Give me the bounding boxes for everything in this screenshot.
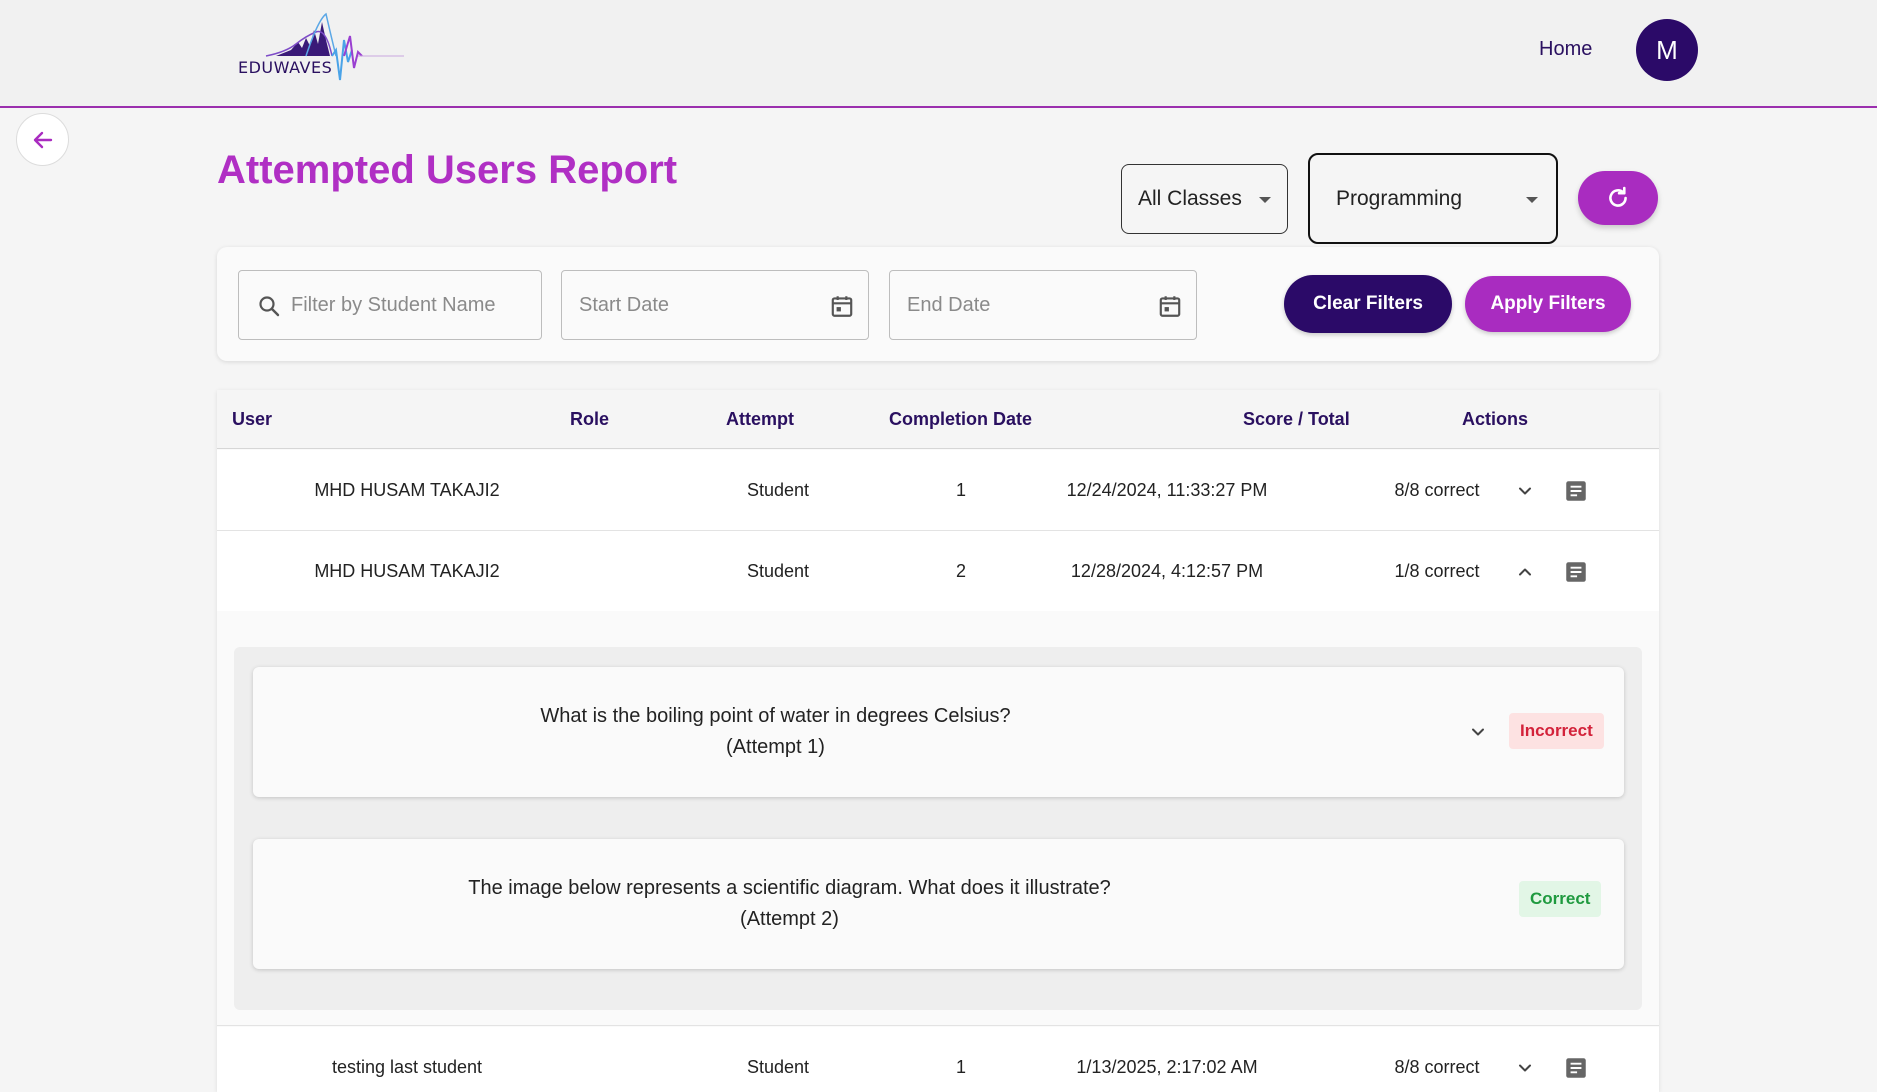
- class-select-value: All Classes: [1138, 187, 1242, 210]
- eduwaves-logo[interactable]: EDUWAVES: [236, 10, 406, 86]
- chevron-up-icon: [1519, 568, 1531, 575]
- question-text-block: What is the boiling point of water in de…: [253, 667, 1298, 797]
- expand-row-button[interactable]: [1509, 1027, 1541, 1092]
- status-badge-incorrect: Incorrect: [1509, 713, 1604, 749]
- refresh-icon: [1609, 186, 1627, 207]
- back-button[interactable]: [16, 113, 69, 166]
- question-text: What is the boiling point of water in de…: [540, 705, 1011, 727]
- filters-panel: Clear Filters Apply Filters: [217, 247, 1659, 361]
- subject-select-value: Programming: [1336, 186, 1463, 210]
- logo-text: EDUWAVES: [238, 58, 333, 77]
- document-icon: [1566, 561, 1586, 582]
- column-header-score: Score / Total: [1243, 409, 1350, 429]
- document-icon: [1566, 1057, 1586, 1078]
- attempts-table: User Role Attempt Completion Date Score …: [217, 390, 1659, 1092]
- apply-filters-button[interactable]: Apply Filters: [1465, 276, 1631, 332]
- column-header-actions: Actions: [1462, 409, 1529, 429]
- column-header-role: Role: [570, 409, 610, 429]
- expand-question-button[interactable]: [1464, 718, 1492, 746]
- cell-score: 8/8 correct: [1394, 1057, 1480, 1077]
- chevron-down-icon: [1519, 1064, 1531, 1071]
- cell-user: MHD HUSAM TAKAJI2: [314, 561, 500, 581]
- start-date-input[interactable]: [579, 293, 799, 317]
- question-card[interactable]: What is the boiling point of water in de…: [253, 667, 1624, 797]
- column-header-attempt: Attempt: [726, 409, 794, 429]
- cell-completion-date: 1/13/2025, 2:17:02 AM: [1076, 1057, 1258, 1077]
- collapse-row-button[interactable]: [1509, 531, 1541, 612]
- refresh-button[interactable]: [1578, 171, 1658, 225]
- view-report-button[interactable]: [1560, 450, 1592, 531]
- column-header-completion-date: Completion Date: [889, 409, 1033, 429]
- cell-user: testing last student: [331, 1057, 483, 1077]
- dropdown-caret-icon: [1259, 197, 1271, 203]
- cell-role: Student: [746, 1057, 810, 1077]
- calendar-icon[interactable]: [829, 293, 855, 319]
- start-date-field[interactable]: [561, 270, 869, 340]
- table-row[interactable]: MHD HUSAM TAKAJI2 Student 1 12/24/2024, …: [217, 450, 1659, 531]
- search-icon: [259, 296, 280, 317]
- top-navbar: EDUWAVES Home M: [0, 0, 1877, 108]
- cell-user: MHD HUSAM TAKAJI2: [314, 480, 500, 500]
- expand-row-button[interactable]: [1509, 450, 1541, 531]
- back-arrow-icon: [33, 131, 52, 148]
- subject-select[interactable]: Programming: [1308, 153, 1558, 244]
- view-report-button[interactable]: [1560, 531, 1592, 612]
- question-list: What is the boiling point of water in de…: [234, 647, 1642, 1010]
- cell-completion-date: 12/24/2024, 11:33:27 PM: [1066, 480, 1268, 500]
- student-name-filter[interactable]: [238, 270, 542, 340]
- table-header: User Role Attempt Completion Date Score …: [217, 390, 1659, 449]
- cell-completion-date: 12/28/2024, 4:12:57 PM: [1070, 561, 1264, 581]
- dropdown-caret-icon: [1526, 197, 1538, 203]
- table-row[interactable]: MHD HUSAM TAKAJI2 Student 2 12/28/2024, …: [217, 531, 1659, 612]
- cell-score: 8/8 correct: [1394, 480, 1480, 500]
- view-report-button[interactable]: [1560, 1027, 1592, 1092]
- status-badge-correct: Correct: [1519, 881, 1602, 917]
- question-attempt: (Attempt 2): [740, 908, 839, 930]
- cell-score: 1/8 correct: [1394, 561, 1480, 581]
- cell-role: Student: [746, 480, 810, 500]
- clear-filters-button[interactable]: Clear Filters: [1284, 275, 1452, 333]
- student-name-input[interactable]: [291, 293, 511, 317]
- end-date-field[interactable]: [889, 270, 1197, 340]
- question-attempt: (Attempt 1): [726, 736, 825, 758]
- table-row[interactable]: testing last student Student 1 1/13/2025…: [217, 1027, 1659, 1092]
- question-text: The image below represents a scientific …: [468, 877, 1111, 899]
- chevron-down-icon: [1472, 728, 1484, 736]
- chevron-down-icon: [1519, 487, 1531, 494]
- document-icon: [1566, 480, 1586, 501]
- question-card[interactable]: The image below represents a scientific …: [253, 839, 1624, 969]
- page-title: Attempted Users Report: [217, 148, 678, 192]
- cell-role: Student: [746, 561, 810, 581]
- user-avatar[interactable]: M: [1636, 19, 1698, 81]
- question-text-block: The image below represents a scientific …: [253, 839, 1326, 969]
- attempt-detail-panel: What is the boiling point of water in de…: [217, 611, 1659, 1026]
- end-date-input[interactable]: [907, 293, 1127, 317]
- nav-home-link[interactable]: Home: [1539, 38, 1592, 61]
- calendar-icon[interactable]: [1157, 293, 1183, 319]
- column-header-user: User: [232, 409, 273, 429]
- class-select[interactable]: All Classes: [1121, 164, 1288, 234]
